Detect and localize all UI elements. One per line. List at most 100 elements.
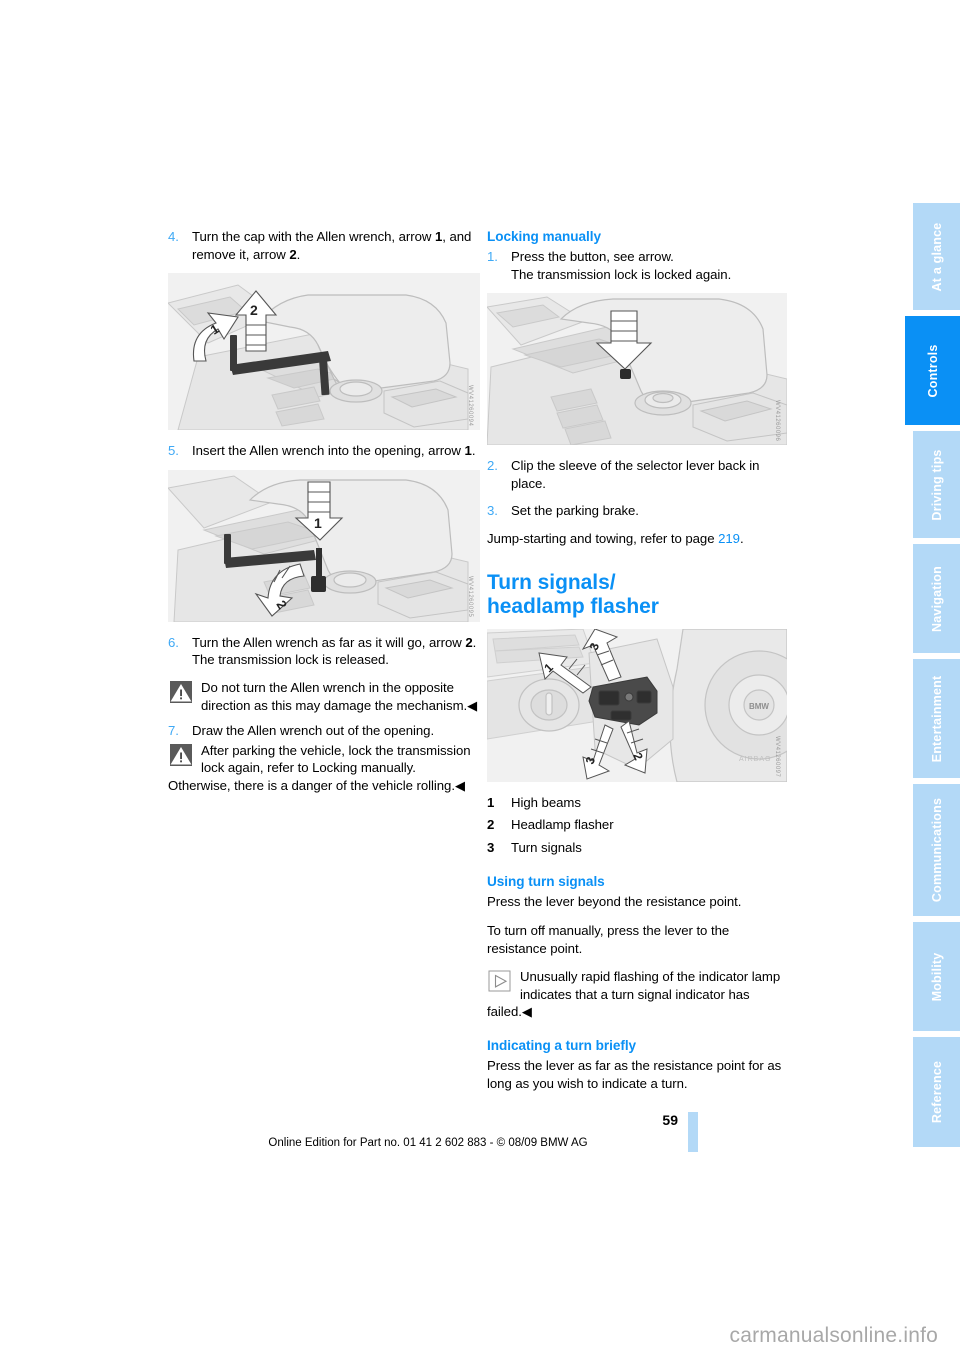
legend-number: 1 [487, 794, 495, 810]
sidebar-tab-controls[interactable]: Controls [905, 316, 960, 428]
step-4: 4. Turn the cap with the Allen wrench, a… [168, 228, 480, 263]
step-text: Press the button, see arrow. The transmi… [511, 248, 787, 283]
warning-note-text: Do not turn the Allen wrench in the oppo… [201, 679, 478, 713]
step-text: Insert the Allen wrench into the opening… [192, 442, 480, 460]
step-2: 2. Clip the sleeve of the selector lever… [487, 457, 787, 492]
heading-line-2: headlamp flasher [487, 594, 659, 618]
figure-legend: 1 High beams 2 Headlamp flasher 3 Turn s… [487, 794, 787, 857]
legend-label: Headlamp flasher [511, 817, 614, 833]
heading-using-turn-signals: Using turn signals [487, 874, 605, 890]
step-text: Turn the cap with the Allen wrench, arro… [192, 228, 480, 263]
step-number: 6. [168, 634, 179, 650]
manual-page: At a glance Controls Driving tips Naviga… [0, 0, 960, 1290]
info-note-rapid-flashing: Unusually rapid flashing of the indicato… [487, 968, 787, 1021]
watermark-text: carmanualsonline.info [729, 1324, 938, 1347]
step-text: Set the parking brake. [511, 503, 639, 519]
legend-label: High beams [511, 794, 581, 810]
legend-number: 2 [487, 817, 495, 833]
step-text: Clip the sleeve of the selector lever ba… [511, 458, 760, 491]
sidebar-tab-reference[interactable]: Reference [913, 1037, 960, 1150]
svg-text:BMW: BMW [749, 702, 769, 711]
step-6: 6. Turn the Allen wrench as far as it wi… [168, 634, 480, 669]
svg-text:1: 1 [314, 515, 322, 531]
heading-line-1: Turn signals/ [487, 570, 616, 594]
site-watermark-strip: carmanualsonline.info [0, 1290, 960, 1358]
right-text-column: Locking manually 1. Press the button, se… [487, 228, 787, 1103]
sidebar-tab-label: Mobility [929, 952, 944, 1001]
warning-triangle-icon [170, 743, 192, 766]
svg-text:2: 2 [250, 302, 258, 318]
sidebar-tab-label: Entertainment [929, 675, 944, 762]
figure-code: WV41260097 [774, 736, 780, 778]
sidebar-tab-communications[interactable]: Communications [913, 784, 960, 919]
section-tab-rail: At a glance Controls Driving tips Naviga… [905, 203, 960, 1150]
figure-code: WV41260096 [774, 399, 780, 442]
legend-item: 2 Headlamp flasher [487, 816, 787, 834]
step-text: Draw the Allen wrench out of the opening… [192, 723, 435, 739]
sidebar-tab-label: Driving tips [929, 448, 944, 521]
step-number: 3. [487, 503, 498, 519]
sidebar-tab-label: Reference [929, 1060, 944, 1124]
figure-illustration: 1 2 [168, 273, 480, 431]
sidebar-tab-label: At a glance [929, 222, 944, 291]
legend-item: 3 Turn signals [487, 839, 787, 857]
left-text-column: 4. Turn the cap with the Allen wrench, a… [168, 228, 480, 795]
step-text-a: Turn the Allen wrench as far as it will … [192, 634, 466, 650]
imprint-line: Online Edition for Part no. 01 41 2 602 … [268, 1137, 588, 1149]
heading-indicating-turn-briefly: Indicating a turn briefly [487, 1037, 637, 1053]
sidebar-tab-at-a-glance[interactable]: At a glance [913, 203, 960, 313]
figure-allen-wrench-inserted: 1 2 WV41260095 [168, 469, 480, 622]
step-text-c: . [296, 246, 301, 262]
warning-note-text: After parking the vehicle, lock the tran… [168, 742, 471, 793]
cross-ref-text: Jump-starting and towing, refer to page [487, 530, 719, 546]
info-note-text: Unusually rapid flashing of the indicato… [487, 969, 781, 1020]
sidebar-tab-label: Controls [925, 344, 940, 397]
arrow-ref-2: 2 [289, 246, 297, 262]
figure-code: WV41260095 [467, 576, 473, 618]
page-link-219[interactable]: 219 [718, 531, 740, 546]
sidebar-tab-mobility[interactable]: Mobility [913, 922, 960, 1034]
step-number: 2. [487, 458, 498, 474]
step-text: Turn the Allen wrench as far as it will … [192, 634, 480, 669]
figure-allen-wrench-cap-removal: 1 2 WV41260094 [168, 273, 480, 431]
figure-lock-button-arrow: WV41260096 [487, 293, 787, 446]
sidebar-tab-driving-tips[interactable]: Driving tips [913, 431, 960, 541]
legend-item: 1 High beams [487, 794, 787, 812]
step-7: 7. Draw the Allen wrench out of the open… [168, 722, 480, 740]
paragraph-indicating-briefly: Press the lever as far as the resistance… [487, 1057, 782, 1091]
arrow-ref-2: 2 [465, 634, 473, 650]
step-number: 1. [487, 249, 498, 264]
step-number: 4. [168, 229, 179, 244]
step-number: 5. [168, 443, 179, 459]
step-text-a: Insert the Allen wrench into the opening… [192, 443, 465, 459]
step-3: 3. Set the parking brake. [487, 502, 787, 520]
step-text-line2: The transmission lock is locked again. [511, 266, 732, 282]
step-5: 5. Insert the Allen wrench into the open… [168, 442, 480, 460]
cross-ref-period: . [739, 530, 744, 546]
figure-illustration: 1 2 [168, 469, 480, 622]
step-1: 1. Press the button, see arrow. The tran… [487, 248, 787, 283]
figure-illustration [487, 293, 787, 446]
sidebar-tab-navigation[interactable]: Navigation [913, 544, 960, 656]
step-number: 7. [168, 723, 179, 739]
paragraph-press-beyond: Press the lever beyond the resistance po… [487, 894, 742, 910]
legend-number: 3 [487, 839, 495, 855]
warning-note-do-not-turn: Do not turn the Allen wrench in the oppo… [168, 679, 480, 714]
paragraph-turn-off-manually: To turn off manually, press the lever to… [487, 922, 730, 956]
arrow-ref-1: 1 [464, 443, 472, 459]
figure-code: WV41260094 [467, 384, 473, 427]
step-text-b: . [471, 443, 476, 459]
sidebar-tab-label: Navigation [929, 565, 944, 632]
figure-steering-column-stalk: BMW AIRBAG 1 3 3 2 WV41260097 [487, 628, 787, 782]
sidebar-tab-label: Communications [929, 797, 944, 903]
info-triangle-icon [488, 970, 511, 992]
step-text-a: Turn the cap with the Allen wrench, arro… [192, 229, 435, 244]
figure-illustration: BMW AIRBAG 1 3 3 2 [487, 628, 787, 782]
warning-triangle-icon [170, 680, 192, 703]
lock-button [620, 369, 631, 380]
cross-reference-jump-starting: Jump-starting and towing, refer to page … [487, 530, 787, 548]
footer-accent-bar [688, 1112, 698, 1152]
heading-turn-signals: Turn signals/ headlamp flasher [487, 571, 787, 619]
step-text-line1: Press the button, see arrow. [511, 249, 674, 264]
sidebar-tab-entertainment[interactable]: Entertainment [913, 659, 960, 781]
